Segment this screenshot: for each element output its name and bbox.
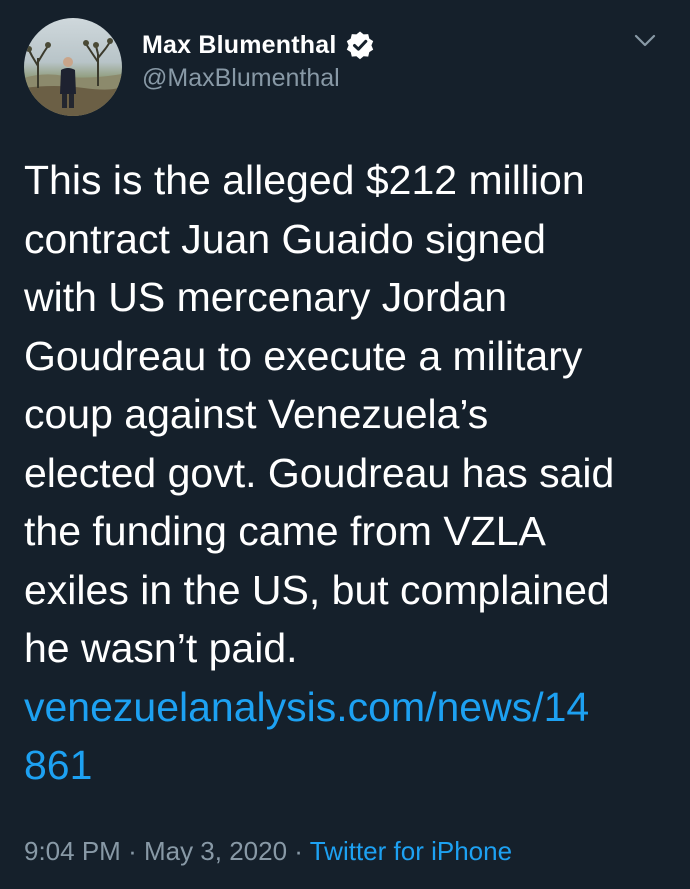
tweet-link[interactable]: venezuelanalysis.com/news/14	[24, 678, 674, 737]
tweet-card: Max Blumenthal @MaxBlumenthal This is th…	[0, 0, 690, 889]
tweet-text-line: Goudreau to execute a military	[24, 332, 583, 379]
meta-separator: ·	[128, 836, 137, 866]
author-handle[interactable]: @MaxBlumenthal	[142, 64, 340, 93]
tweet-text-line: This is the alleged $212 million	[24, 157, 585, 203]
author-display-name[interactable]: Max Blumenthal	[142, 31, 337, 60]
tweet-meta: 9:04 PM · May 3, 2020 · Twitter for iPho…	[24, 836, 512, 867]
tweet-text-line: contract Juan Guaido signed	[24, 215, 546, 262]
tweet-text-line: elected govt. Goudreau has said	[24, 449, 615, 496]
author-name-row[interactable]: Max Blumenthal	[142, 28, 375, 62]
avatar-photo	[24, 38, 122, 116]
tweet-text: This is the alleged $212 million contrac…	[24, 151, 674, 795]
tweet-text-line: exiles in the US, but complained	[24, 566, 610, 613]
avatar[interactable]	[24, 18, 122, 116]
tweet-date: May 3, 2020	[143, 836, 288, 866]
meta-separator: ·	[294, 836, 303, 866]
tweet-text-line: he wasn’t paid.	[24, 625, 298, 671]
chevron-down-icon[interactable]	[632, 30, 658, 50]
tweet-source-link[interactable]: Twitter for iPhone	[310, 836, 512, 866]
tweet-text-line: the funding came from VZLA	[24, 508, 546, 554]
tweet-text-line: with US mercenary Jordan	[24, 274, 508, 320]
tweet-link-continuation[interactable]: 861	[24, 736, 674, 795]
verified-badge-icon	[345, 30, 375, 60]
tweet-text-line: coup against Venezuela’s	[24, 391, 489, 437]
tweet-time: 9:04 PM	[24, 836, 121, 866]
